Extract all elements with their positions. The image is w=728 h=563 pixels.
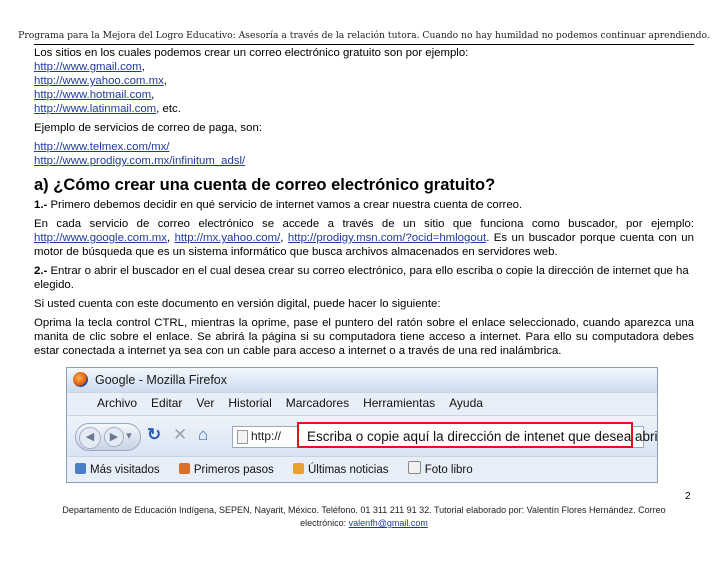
bookmark-mas-visitados[interactable]: Más visitados xyxy=(75,463,160,476)
bookmark-icon xyxy=(75,463,86,474)
back-forward-group: ◀ ▶ ▾ xyxy=(75,423,141,451)
menu-marcadores[interactable]: Marcadores xyxy=(286,396,349,410)
paragraph-ctrl: Oprima la tecla control CTRL, mientras l… xyxy=(34,317,694,357)
paragraph-digital: Si usted cuenta con este documento en ve… xyxy=(34,298,441,310)
footer-email-link[interactable]: valenfh@gmail.com xyxy=(349,518,428,528)
menu-ayuda[interactable]: Ayuda xyxy=(449,396,483,410)
back-icon[interactable]: ◀ xyxy=(79,427,101,449)
address-callout: Escriba o copie aquí la dirección de int… xyxy=(297,422,657,448)
yahoo-link[interactable]: http://www.yahoo.com.mx xyxy=(34,75,164,87)
bookmark-primeros-pasos[interactable]: Primeros pasos xyxy=(178,463,274,476)
paid-intro: Ejemplo de servicios de correo de paga, … xyxy=(34,122,262,134)
footer-line-2: electrónico: valenfh@gmail.com xyxy=(300,518,428,528)
bookmark-icon xyxy=(178,463,190,474)
gmail-link[interactable]: http://www.gmail.com xyxy=(34,61,142,73)
menu-editar[interactable]: Editar xyxy=(151,396,182,410)
bookmarks-toolbar: Más visitados Primeros pasos Últimas not… xyxy=(67,456,657,482)
free-site-item: http://www.hotmail.com, xyxy=(34,89,155,101)
page-icon xyxy=(237,430,248,444)
bookmark-foto-libro[interactable]: Foto libro xyxy=(407,461,473,476)
step-2: 2.- Entrar o abrir el buscador en el cua… xyxy=(34,265,689,291)
step-1: 1.- Primero debemos decidir en qué servi… xyxy=(34,199,523,211)
mx-yahoo-link[interactable]: http://mx.yahoo.com/ xyxy=(175,232,281,244)
menu-herramientas[interactable]: Herramientas xyxy=(363,396,435,410)
section-heading: a) ¿Cómo crear una cuenta de correo elec… xyxy=(34,176,496,194)
latinmail-link[interactable]: http://www.latinmail.com xyxy=(34,103,156,115)
page-icon xyxy=(407,461,421,474)
page-footer: Departamento de Educación Indígena, SEPE… xyxy=(40,504,688,530)
stop-icon[interactable]: ✕ xyxy=(173,426,187,444)
prodigy-msn-link[interactable]: http://prodigy.msn.com/?ocid=hmlogout xyxy=(288,232,486,244)
footer-line-1: Departamento de Educación Indígena, SEPE… xyxy=(62,505,666,515)
google-link[interactable]: http://www.google.com.mx xyxy=(34,232,167,244)
paragraph-buscador: En cada servicio de correo electrónico s… xyxy=(34,218,694,258)
window-titlebar: Google - Mozilla Firefox xyxy=(67,368,657,392)
document-body: Los sitios en los cuales podemos crear u… xyxy=(34,46,694,358)
reload-icon[interactable]: ↻ xyxy=(147,426,161,444)
menu-ver[interactable]: Ver xyxy=(196,396,214,410)
page-header: Programa para la Mejora del Logro Educat… xyxy=(18,30,710,41)
forward-icon[interactable]: ▶ xyxy=(104,427,124,447)
menu-historial[interactable]: Historial xyxy=(228,396,271,410)
prodigy-link[interactable]: http://www.prodigy.com.mx/infinitum_adsl… xyxy=(34,155,245,167)
bookmark-ultimas-noticias[interactable]: Últimas noticias xyxy=(292,463,389,476)
address-text: http:// xyxy=(251,429,282,443)
telmex-link[interactable]: http://www.telmex.com/mx/ xyxy=(34,141,169,153)
menu-bar: Archivo Editar Ver Historial Marcadores Herra… xyxy=(67,392,657,416)
home-icon[interactable]: ⌂ xyxy=(198,426,208,444)
window-title: Google - Mozilla Firefox xyxy=(95,373,227,387)
firefox-screenshot: Google - Mozilla Firefox Archivo Editar Ve… xyxy=(66,367,658,483)
history-dropdown-icon[interactable]: ▾ xyxy=(124,427,134,445)
intro-text: Los sitios en los cuales podemos crear u… xyxy=(34,47,469,59)
free-site-item: http://www.yahoo.com.mx, xyxy=(34,75,167,87)
rss-icon xyxy=(292,463,304,474)
address-bar[interactable]: http:// Escriba o copie aquí la direcció… xyxy=(232,422,657,448)
navigation-bar: ◀ ▶ ▾ ↻ ✕ ⌂ http:// Escriba o copie aquí… xyxy=(67,416,657,456)
page-number: 2 xyxy=(685,491,691,502)
menu-archivo[interactable]: Archivo xyxy=(97,396,137,410)
hotmail-link[interactable]: http://www.hotmail.com xyxy=(34,89,151,101)
free-site-item: http://www.latinmail.com, etc. xyxy=(34,103,181,115)
header-rule xyxy=(34,44,694,45)
firefox-logo-icon xyxy=(73,372,88,387)
free-site-item: http://www.gmail.com, xyxy=(34,61,145,73)
